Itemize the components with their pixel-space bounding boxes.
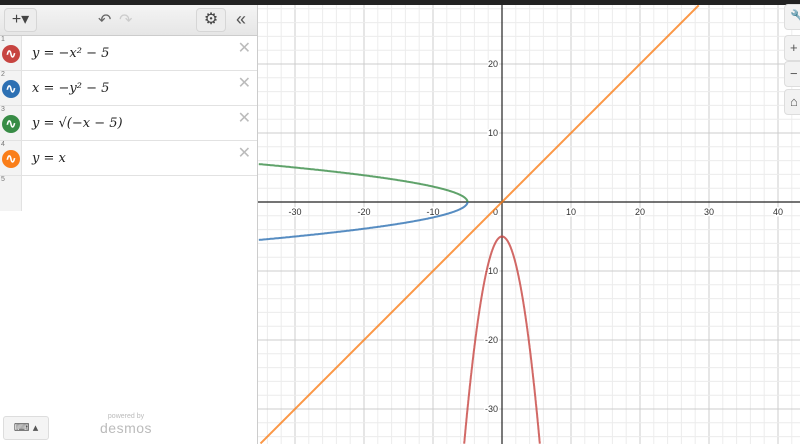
expression-list: 1 ∿ y = −x² − 5 ✕ 2 ∿ x = −y² − 5 ✕ 3 ∿ y = √(−x −… (0, 36, 257, 211)
expression-panel: +▾ ↶ ↷ ⚙ « 1 ∿ y = −x² − 5 ✕ 2 ∿ x = −y² − 5 ✕ 3… (0, 5, 258, 444)
delete-expression-icon[interactable]: ✕ (238, 108, 251, 128)
expression-gutter: 3 ∿ (0, 106, 22, 140)
expression-number: 3 (1, 106, 5, 113)
expression-input[interactable]: y = √(−x − 5) (22, 106, 123, 140)
expression-item[interactable]: 5 (0, 176, 257, 211)
undo-icon[interactable]: ↶ (98, 10, 111, 30)
delete-expression-icon[interactable]: ✕ (238, 38, 251, 58)
tick-label: 20 (635, 207, 645, 217)
tick-label: -30 (485, 404, 498, 414)
add-expression-button[interactable]: +▾ (4, 8, 37, 32)
curve-green-sqrt[interactable] (258, 163, 469, 203)
graph-settings-wrench-icon[interactable]: 🔧 (784, 4, 800, 30)
graph-canvas[interactable]: -30 -20 -10 10 20 30 40 20 10 -10 -20 -30 0 🔧 + − ⌂ (258, 4, 800, 444)
expression-input[interactable]: y = −x² − 5 (22, 36, 109, 70)
delete-expression-icon[interactable]: ✕ (238, 143, 251, 163)
expression-input[interactable]: x = −y² − 5 (22, 71, 109, 105)
tick-label: 30 (704, 207, 714, 217)
expression-input[interactable]: y = x (22, 141, 66, 175)
home-button[interactable]: ⌂ (784, 89, 800, 115)
keyboard-toggle-button[interactable]: ⌨ ▴ (3, 416, 49, 440)
graph-svg[interactable]: -30 -20 -10 10 20 30 402010-10-20-300 (258, 5, 800, 444)
expression-gutter: 2 ∿ (0, 71, 22, 105)
curve-orange-line[interactable] (259, 5, 700, 444)
powered-by-desmos: powered by desmos (100, 413, 152, 436)
delete-expression-icon[interactable]: ✕ (238, 73, 251, 93)
expression-item[interactable]: 4 ∿ y = x ✕ (0, 141, 257, 176)
expression-item[interactable]: 3 ∿ y = √(−x − 5) ✕ (0, 106, 257, 141)
graph-visibility-wave-icon[interactable]: ∿ (2, 45, 20, 63)
zoom-in-button[interactable]: + (784, 35, 800, 61)
expression-toolbar: +▾ ↶ ↷ ⚙ « (0, 5, 257, 36)
expression-input[interactable] (22, 176, 32, 211)
tick-label: -30 (288, 207, 301, 217)
tick-label: 10 (566, 207, 576, 217)
powered-by-text: powered by (107, 413, 145, 420)
expression-gutter: 5 (0, 176, 22, 211)
expression-number: 1 (1, 36, 5, 43)
collapse-panel-icon[interactable]: « (236, 9, 246, 30)
expression-number: 5 (1, 176, 5, 183)
expression-number: 2 (1, 71, 5, 78)
expression-number: 4 (1, 141, 5, 148)
tick-label: 10 (488, 128, 498, 138)
tick-label: 20 (488, 59, 498, 69)
tick-label: -20 (357, 207, 370, 217)
graph-visibility-wave-icon[interactable]: ∿ (2, 115, 20, 133)
expression-item[interactable]: 2 ∿ x = −y² − 5 ✕ (0, 71, 257, 106)
graph-visibility-wave-icon[interactable]: ∿ (2, 80, 20, 98)
graph-visibility-wave-icon[interactable]: ∿ (2, 150, 20, 168)
settings-gear-icon[interactable]: ⚙ (196, 8, 226, 32)
desmos-logo: desmos (100, 420, 153, 436)
tick-label: -20 (485, 335, 498, 345)
redo-icon[interactable]: ↷ (119, 10, 132, 30)
zoom-out-button[interactable]: − (784, 61, 800, 87)
expression-gutter: 1 ∿ (0, 36, 22, 70)
tick-label: 40 (773, 207, 783, 217)
expression-gutter: 4 ∿ (0, 141, 22, 175)
expression-item[interactable]: 1 ∿ y = −x² − 5 ✕ (0, 36, 257, 71)
